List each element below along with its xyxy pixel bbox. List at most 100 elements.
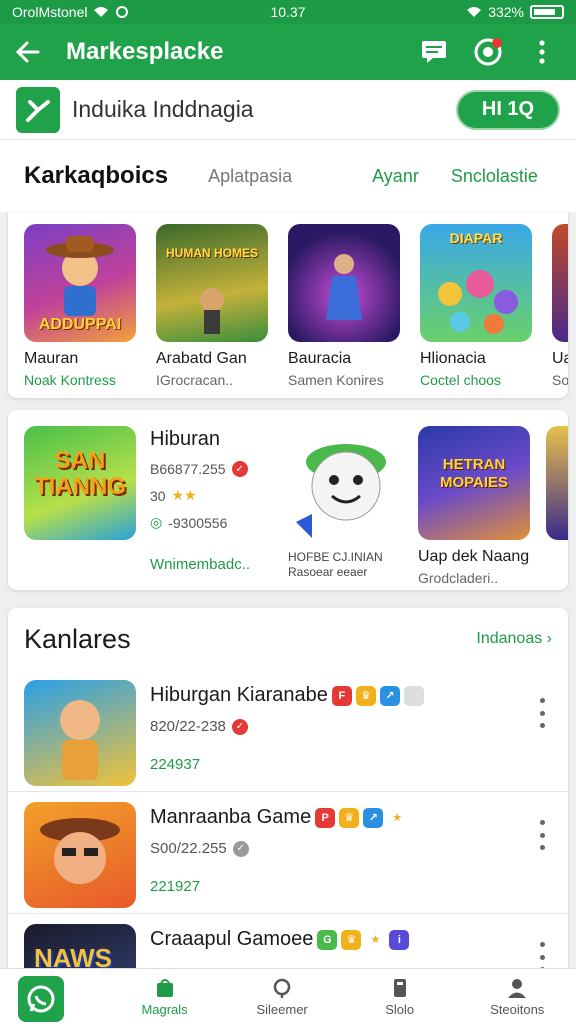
signal-icon xyxy=(467,7,482,17)
game-banner-text: HETRAN MOPAIES xyxy=(439,456,509,491)
tag-icon: G xyxy=(317,929,338,950)
crown-icon: ♛ xyxy=(339,807,360,828)
list-item-title: Hiburgan Kiaranabe xyxy=(150,684,328,706)
item-menu-button[interactable] xyxy=(532,698,552,728)
game-thumbnail[interactable]: ADDUPPAI xyxy=(24,224,136,342)
carrier-label: OrolMstonel xyxy=(12,4,88,20)
section-card: Kanlares Indanoas › Hiburgan Kiaranabe F… xyxy=(8,608,568,1024)
item-menu-button[interactable] xyxy=(532,820,552,850)
game-name: Bauracia xyxy=(288,350,352,367)
search-row: Induika Inddnagia HI 1Q xyxy=(0,80,576,140)
tag-icon: P xyxy=(315,807,336,828)
top-games-card: ADDUPPAI Mauran Noak Kontress HUMAN HOME… xyxy=(8,212,568,398)
search-input[interactable]: Induika Inddnagia xyxy=(72,96,456,123)
game-name: Arabatd Gan xyxy=(156,350,247,367)
gift-icon xyxy=(403,685,424,706)
book-icon xyxy=(393,978,406,997)
list-item[interactable]: Hiburgan Kiaranabe F ♛ ↗ 820/22-238 ✓ 22493… xyxy=(8,670,568,792)
game-card[interactable]: DIAPAR Hlionacia Coctel choos xyxy=(420,224,534,388)
list-item[interactable]: Manraanba Game P ♛ ↗ ★ S00/22.255 ✓ 221927 xyxy=(8,792,568,914)
profile-icon xyxy=(508,978,527,998)
store-logo xyxy=(16,86,60,133)
featured-status[interactable]: Wnimembadc.. xyxy=(150,556,250,573)
share-icon: ↗ xyxy=(379,685,400,706)
featured-title: Hiburan xyxy=(150,428,221,450)
game-card[interactable]: ADDUPPAI Mauran Noak Kontress xyxy=(24,224,138,388)
more-vert-icon xyxy=(539,40,545,64)
game-card[interactable]: Uar Sol xyxy=(552,224,568,388)
nav-magrals[interactable]: Magrals xyxy=(106,977,224,1017)
nav-sileemer[interactable]: Sileemer xyxy=(223,977,341,1017)
verified-icon: ✓ xyxy=(231,718,248,735)
warrior-art-icon xyxy=(200,288,224,334)
search-button[interactable]: HI 1Q xyxy=(456,89,560,130)
game-banner-text: ADDUPPAI xyxy=(38,316,122,333)
game-subtitle: Sol xyxy=(552,372,568,388)
tab-aplatpasia[interactable]: Aplatpasia xyxy=(208,166,292,187)
list-item-thumbnail xyxy=(24,802,136,908)
crown-icon: ♛ xyxy=(341,929,362,950)
explorer-art-icon xyxy=(40,818,120,884)
nav-slolo[interactable]: Slolo xyxy=(341,977,459,1017)
chat-button[interactable] xyxy=(414,32,454,72)
list-item-thumbnail xyxy=(24,680,136,786)
store-logo-icon xyxy=(26,99,50,122)
mascot-caption: HOFBE CJ.INIAN Rasoear eeaer xyxy=(288,550,383,579)
game-name: Mauran xyxy=(24,350,79,367)
more-options-button[interactable] xyxy=(522,32,562,72)
featured-rating: 30 xyxy=(150,487,166,504)
nav-label: Sileemer xyxy=(256,1001,308,1017)
category-tabs: Karkaqboics Aplatpasia Ayanr Snclolastie xyxy=(0,140,576,212)
list-item-title: Craaapul Gamoee xyxy=(150,928,314,950)
game-thumbnail[interactable] xyxy=(288,224,400,342)
game-card[interactable]: HETRAN MOPAIES Uap dek Naang Grodcladeri… xyxy=(418,426,530,586)
share-icon: ↗ xyxy=(363,807,384,828)
game-name: Hlionacia xyxy=(420,350,486,367)
game-thumbnail[interactable] xyxy=(552,224,568,342)
price-icon: ◎ xyxy=(150,514,163,530)
list-item-title: Manraanba Game xyxy=(150,806,312,828)
store-bag-icon xyxy=(156,978,173,997)
game-name: Uar xyxy=(552,350,568,367)
game-subtitle: Noak Kontress xyxy=(24,372,116,388)
whatsapp-button[interactable] xyxy=(18,976,64,1022)
game-name: Uap dek Naang xyxy=(418,548,530,565)
game-thumbnail-edge[interactable] xyxy=(546,426,568,540)
battery-icon xyxy=(530,5,564,19)
character-art-icon xyxy=(60,700,100,780)
featured-code: B66877.255 xyxy=(150,461,226,477)
game-subtitle: Grodcladeri.. xyxy=(418,570,499,586)
star-icon: ★ xyxy=(370,934,381,946)
featured-thumbnail[interactable]: SAN TIANNG xyxy=(24,426,136,540)
chat-icon xyxy=(422,41,446,63)
see-more-link[interactable]: Indanoas › xyxy=(476,630,552,648)
see-more-label: Indanoas xyxy=(476,630,543,647)
game-card[interactable]: HUMAN HOMES Arabatd Gan IGrocracan.. xyxy=(156,224,270,388)
nav-steoitons[interactable]: Steoitons xyxy=(458,977,576,1017)
chevron-right-icon: › xyxy=(546,630,552,647)
game-subtitle: IGrocracan.. xyxy=(156,372,234,388)
game-thumbnail[interactable]: HETRAN MOPAIES xyxy=(418,426,530,540)
info-icon: i xyxy=(389,929,410,950)
game-card[interactable]: Bauracia Samen Konires xyxy=(288,224,402,388)
tab-snclolastie[interactable]: Snclolastie xyxy=(451,166,538,187)
notifications-button[interactable] xyxy=(468,32,508,72)
chat-bubble-icon xyxy=(27,985,55,1013)
back-arrow-icon[interactable] xyxy=(14,39,40,65)
featured-banner-text: SAN TIANNG xyxy=(34,447,126,500)
verified-icon: ✓ xyxy=(231,461,248,477)
game-thumbnail[interactable]: DIAPAR xyxy=(420,224,532,342)
wifi-icon xyxy=(94,7,109,17)
bottom-navigation: Magrals Sileemer Slolo Steoitons xyxy=(0,968,576,1024)
game-banner-text: DIAPAR xyxy=(449,230,503,246)
tab-ayanr[interactable]: Ayanr xyxy=(372,166,419,187)
mascot-icon xyxy=(296,444,386,538)
nav-label: Steoitons xyxy=(490,1001,545,1017)
star-icon: ★ xyxy=(392,812,403,824)
app-bar: Markesplacke xyxy=(0,24,576,80)
game-thumbnail[interactable]: HUMAN HOMES xyxy=(156,224,268,342)
list-item-number: 221927 xyxy=(150,878,201,895)
crown-icon: ♛ xyxy=(355,685,376,706)
tab-karkaqboics[interactable]: Karkaqboics xyxy=(24,162,168,190)
sync-icon xyxy=(116,6,129,18)
